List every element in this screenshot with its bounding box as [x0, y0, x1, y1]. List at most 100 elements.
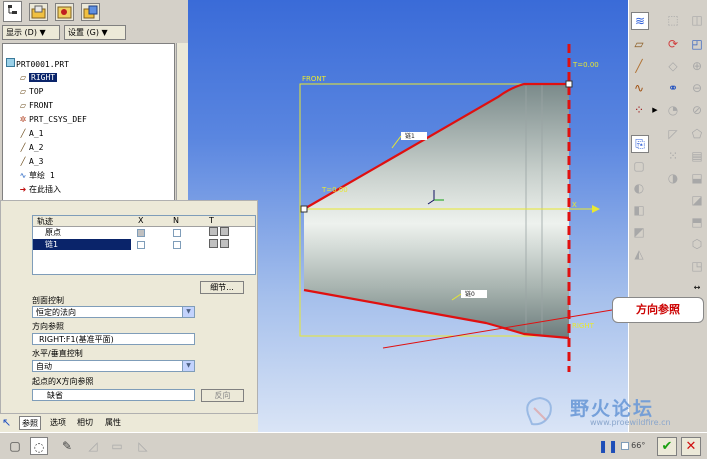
- chamfer-tool-icon[interactable]: ◸: [665, 126, 681, 142]
- tab-options[interactable]: 选项: [48, 416, 68, 430]
- table-row[interactable]: 链1: [33, 239, 255, 250]
- tool-icon[interactable]: ◳: [689, 258, 705, 274]
- x-checkbox[interactable]: [137, 228, 145, 237]
- settings-dropdown[interactable]: 设置 (G) ▼: [64, 25, 126, 40]
- t-checkbox[interactable]: [209, 239, 218, 248]
- pause-icon[interactable]: ❚❚: [598, 437, 618, 455]
- datum-plane-icon: ▱: [19, 87, 27, 96]
- col-header-t: T: [209, 216, 214, 225]
- col-header-n: N: [173, 216, 179, 225]
- model-tree: PRT0001.PRT ▱ RIGHT ▱ TOP ▱ FRONT ✲ PRT_CSYS…: [2, 43, 175, 205]
- preview-check[interactable]: 66°: [616, 437, 650, 455]
- details-button[interactable]: 细节...: [200, 281, 244, 294]
- tool-icon[interactable]: ⬡: [689, 236, 705, 252]
- tree-item-csys[interactable]: ✲ PRT_CSYS_DEF: [17, 113, 87, 126]
- tree-item-sketch[interactable]: ∿ 草绘 1: [17, 169, 55, 182]
- analysis-icon[interactable]: ▢: [631, 158, 647, 174]
- datum-display-icon[interactable]: ≋: [631, 12, 649, 30]
- ok-button[interactable]: ✔: [657, 437, 677, 456]
- datum-axis-icon: ╱: [20, 157, 26, 166]
- datum-curve-tool-icon[interactable]: ∿: [631, 80, 647, 96]
- hv-control-select[interactable]: 自动 ▼: [32, 360, 195, 372]
- tool-icon[interactable]: ⬠: [689, 126, 705, 142]
- watermark-text: 野火论坛: [570, 398, 655, 420]
- n-checkbox[interactable]: [173, 240, 181, 249]
- tab-model-tree[interactable]: [3, 1, 22, 22]
- preview-checkbox[interactable]: [620, 441, 629, 450]
- tab-folder-browser[interactable]: [29, 3, 48, 21]
- n-checkbox[interactable]: [173, 228, 181, 237]
- surface-icon[interactable]: ◌: [30, 437, 48, 455]
- tree-item-insert-here[interactable]: ➜ 在此插入: [17, 183, 61, 196]
- draft-tool-icon[interactable]: ◭: [631, 246, 647, 262]
- sketch-section-icon[interactable]: ✎: [58, 437, 76, 455]
- variable-section-icon[interactable]: ◺: [134, 437, 152, 455]
- blend-tool-icon[interactable]: ⚭: [665, 80, 681, 96]
- toolbar-expand-icon[interactable]: ↔: [689, 280, 705, 296]
- x-checkbox[interactable]: [137, 240, 145, 249]
- tree-item-label: 在此插入: [29, 185, 61, 194]
- t-checkbox[interactable]: [220, 227, 229, 236]
- datum-plane-tool-icon[interactable]: ▱: [631, 36, 647, 52]
- trajectory-table-header: 轨迹 X N T: [33, 216, 255, 227]
- tool-icon[interactable]: ◪: [689, 192, 705, 208]
- tree-item-right[interactable]: ▱ RIGHT: [17, 71, 58, 84]
- show-dropdown[interactable]: 显示 (D) ▼: [2, 25, 60, 40]
- tree-item-a2[interactable]: ╱ A_2: [17, 141, 44, 154]
- tree-item-a1[interactable]: ╱ A_1: [17, 127, 44, 140]
- tab-favorites[interactable]: [55, 3, 74, 21]
- t-checkbox[interactable]: [220, 239, 229, 248]
- tree-item-front[interactable]: ▱ FRONT: [17, 99, 53, 112]
- datum-axis-icon: ╱: [20, 143, 26, 152]
- extrude-tool-icon[interactable]: ⬚: [665, 12, 681, 28]
- mirror-tool-icon[interactable]: ◑: [665, 170, 681, 186]
- csys-tool-icon[interactable]: ⎘: [631, 135, 649, 153]
- tool-icon[interactable]: ⊖: [689, 80, 705, 96]
- tree-item-top[interactable]: ▱ TOP: [17, 85, 44, 98]
- tool-icon[interactable]: ⊕: [689, 58, 705, 74]
- tool-icon[interactable]: ⊘: [689, 102, 705, 118]
- end-point-handle[interactable]: [565, 80, 573, 88]
- datum-axis-icon: ╱: [20, 129, 26, 138]
- tool-icon[interactable]: ⬒: [689, 214, 705, 230]
- tab-properties[interactable]: 属性: [103, 416, 123, 430]
- tool-icon[interactable]: ▤: [689, 148, 705, 164]
- datum-plane-icon: ▱: [19, 101, 27, 110]
- tree-scrollbar[interactable]: [176, 43, 188, 205]
- sweep-tool-icon[interactable]: ◇: [665, 58, 681, 74]
- hole-tool-icon[interactable]: ◐: [631, 180, 647, 196]
- table-row[interactable]: 原点: [33, 227, 255, 238]
- tool-icon[interactable]: ⬓: [689, 170, 705, 186]
- rib-tool-icon[interactable]: ◩: [631, 224, 647, 240]
- solid-icon[interactable]: ▢: [6, 437, 24, 455]
- tool-icon[interactable]: ◫: [689, 12, 705, 28]
- datum-axis-tool-icon[interactable]: ╱: [631, 58, 647, 74]
- shell-tool-icon[interactable]: ◧: [631, 202, 647, 218]
- round-tool-icon[interactable]: ◔: [665, 102, 681, 118]
- tree-root[interactable]: PRT0001.PRT: [4, 58, 69, 71]
- tree-root-label: PRT0001.PRT: [16, 60, 69, 69]
- model-tree-panel: 显示 (D) ▼ 设置 (G) ▼ PRT0001.PRT ▱ RIGHT ▱ TO…: [0, 0, 188, 205]
- pattern-tool-icon[interactable]: ⁙: [665, 148, 681, 164]
- section-control-select[interactable]: 恒定的法向 ▼: [32, 306, 195, 318]
- tab-connections[interactable]: [81, 3, 100, 21]
- leader-line: [391, 135, 402, 149]
- remove-material-icon[interactable]: ◿: [84, 437, 102, 455]
- tree-item-a3[interactable]: ╱ A_3: [17, 155, 44, 168]
- revolve-tool-icon[interactable]: ⟳: [665, 36, 681, 52]
- datum-point-tool-icon[interactable]: ⁘: [631, 102, 647, 118]
- direction-ref-field[interactable]: RIGHT:F1(基准平面): [32, 333, 195, 345]
- tab-tangency[interactable]: 相切: [75, 416, 95, 430]
- hv-control-label: 水平/垂直控制: [32, 349, 83, 358]
- start-x-ref-field[interactable]: 缺省: [32, 389, 195, 401]
- start-point-handle[interactable]: [300, 205, 308, 213]
- flyout-arrow-icon[interactable]: ▶: [647, 102, 663, 118]
- chevron-down-icon: ▼: [182, 307, 194, 317]
- thicken-icon[interactable]: ▭: [108, 437, 126, 455]
- cancel-button[interactable]: ✕: [681, 437, 701, 456]
- tab-references[interactable]: 参照: [19, 416, 41, 430]
- tool-icon[interactable]: ◰: [689, 36, 705, 52]
- t-checkbox[interactable]: [209, 227, 218, 236]
- reverse-button[interactable]: 反向: [201, 389, 244, 402]
- swept-body[interactable]: [304, 84, 569, 338]
